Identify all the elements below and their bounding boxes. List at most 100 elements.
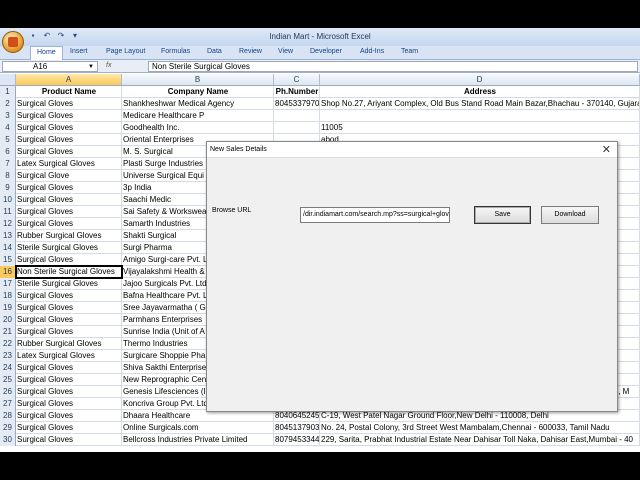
row-number[interactable]: 29 [0,422,16,434]
cell-a[interactable]: Surgical Gloves [16,194,122,206]
row-number[interactable]: 15 [0,254,16,266]
cell-a[interactable]: Rubber Surgical Gloves [16,338,122,350]
cell-a[interactable]: Surgical Gloves [16,218,122,230]
tab-formulas[interactable]: Formulas [161,48,190,55]
cell-c[interactable]: Ph.Number [274,86,320,98]
cell-a[interactable]: Non Sterile Surgical Gloves [15,265,123,279]
cell-a[interactable]: Surgical Gloves [16,146,122,158]
row-number[interactable]: 12 [0,218,16,230]
tab-developer[interactable]: Developer [310,48,342,55]
cell-a[interactable]: Surgical Gloves [16,182,122,194]
cell-a[interactable]: Surgical Gloves [16,326,122,338]
cell-d[interactable]: Address [320,86,640,98]
column-header-c[interactable]: C [274,74,320,86]
cell-a[interactable]: Surgical Gloves [16,374,122,386]
tab-page-layout[interactable]: Page Layout [106,48,145,55]
cell-a[interactable]: Surgical Gloves [16,386,122,398]
row-number[interactable]: 10 [0,194,16,206]
row-number[interactable]: 7 [0,158,16,170]
save-button[interactable]: Save [474,206,531,224]
cell-a[interactable]: Surgical Gloves [16,110,122,122]
cell-c[interactable]: 8079453344 [274,434,320,446]
cell-c[interactable] [274,122,320,134]
select-all-corner[interactable] [0,74,16,86]
row-number[interactable]: 2 [0,98,16,110]
name-box[interactable]: A16 ▼ [2,61,98,72]
cell-c[interactable]: 8045337970 [274,98,320,110]
cell-d[interactable]: No. 24, Postal Colony, 3rd Street West M… [320,422,640,434]
row-number[interactable]: 22 [0,338,16,350]
cell-a[interactable]: Surgical Gloves [16,314,122,326]
row-number[interactable]: 20 [0,314,16,326]
cell-c[interactable] [274,110,320,122]
column-header-b[interactable]: B [122,74,274,86]
row-number[interactable]: 27 [0,398,16,410]
browse-url-input[interactable]: /dir.indiamart.com/search.mp?ss=surgical… [300,207,450,223]
column-header-a[interactable]: A [16,74,122,86]
cell-b[interactable]: Shankheshwar Medical Agency [122,98,274,110]
row-number[interactable]: 18 [0,290,16,302]
row-number[interactable]: 21 [0,326,16,338]
chevron-down-icon[interactable]: ▼ [88,62,94,72]
row-number[interactable]: 28 [0,410,16,422]
download-button[interactable]: Download [541,206,599,224]
cell-b[interactable]: Goodhealth Inc. [122,122,274,134]
cell-a[interactable]: Sterile Surgical Gloves [16,242,122,254]
cell-b[interactable]: Medicare Healthcare P [122,110,274,122]
row-number[interactable]: 24 [0,362,16,374]
cell-a[interactable]: Surgical Gloves [16,290,122,302]
tab-add-ins[interactable]: Add-Ins [360,48,384,55]
row-number[interactable]: 14 [0,242,16,254]
cell-b[interactable]: Company Name [122,86,274,98]
tab-view[interactable]: View [278,48,293,55]
tab-review[interactable]: Review [239,48,262,55]
row-number[interactable]: 1 [0,86,16,98]
fx-icon[interactable]: fx [106,62,111,69]
row-number[interactable]: 11 [0,206,16,218]
cell-a[interactable]: Rubber Surgical Gloves [16,230,122,242]
tab-data[interactable]: Data [207,48,222,55]
row-number[interactable]: 9 [0,182,16,194]
cell-a[interactable]: Surgical Gloves [16,422,122,434]
tab-home[interactable]: Home [30,46,63,60]
tab-insert[interactable]: Insert [70,48,88,55]
cell-c[interactable]: 8045137903 [274,422,320,434]
cell-a[interactable]: Surgical Glove [16,170,122,182]
cell-a[interactable]: Product Name [16,86,122,98]
row-number[interactable]: 6 [0,146,16,158]
row-number[interactable]: 4 [0,122,16,134]
cell-b[interactable]: Online Surgicals.com [122,422,274,434]
row-number[interactable]: 30 [0,434,16,446]
cell-a[interactable]: Surgical Gloves [16,98,122,110]
cell-a[interactable]: Surgical Gloves [16,434,122,446]
cell-a[interactable]: Surgical Gloves [16,134,122,146]
cell-a[interactable]: Surgical Gloves [16,302,122,314]
row-number[interactable]: 16 [0,266,16,278]
row-number[interactable]: 26 [0,386,16,398]
cell-a[interactable]: Surgical Gloves [16,122,122,134]
column-header-d[interactable]: D [320,74,640,86]
cell-a[interactable]: Latex Surgical Gloves [16,158,122,170]
cell-d[interactable] [320,110,640,122]
row-number[interactable]: 19 [0,302,16,314]
row-number[interactable]: 25 [0,374,16,386]
office-button[interactable] [2,31,24,53]
cell-a[interactable]: Surgical Gloves [16,362,122,374]
cell-d[interactable]: Shop No.27, Ariyant Complex, Old Bus Sta… [320,98,640,110]
row-number[interactable]: 5 [0,134,16,146]
cell-d[interactable]: 11005 [320,122,640,134]
cell-a[interactable]: Surgical Gloves [16,410,122,422]
tab-team[interactable]: Team [401,48,418,55]
cell-a[interactable]: Surgical Gloves [16,398,122,410]
cell-a[interactable]: Sterile Surgical Gloves [16,278,122,290]
formula-input[interactable]: Non Sterile Surgical Gloves [148,61,638,72]
cell-a[interactable]: Latex Surgical Gloves [16,350,122,362]
cell-b[interactable]: Bellcross Industries Private Limited [122,434,274,446]
row-number[interactable]: 8 [0,170,16,182]
row-number[interactable]: 13 [0,230,16,242]
cell-a[interactable]: Surgical Gloves [16,206,122,218]
row-number[interactable]: 17 [0,278,16,290]
cell-d[interactable]: 229, Sarita, Prabhat Industrial Estate N… [320,434,640,446]
cell-a[interactable]: Surgical Gloves [16,254,122,266]
row-number[interactable]: 3 [0,110,16,122]
